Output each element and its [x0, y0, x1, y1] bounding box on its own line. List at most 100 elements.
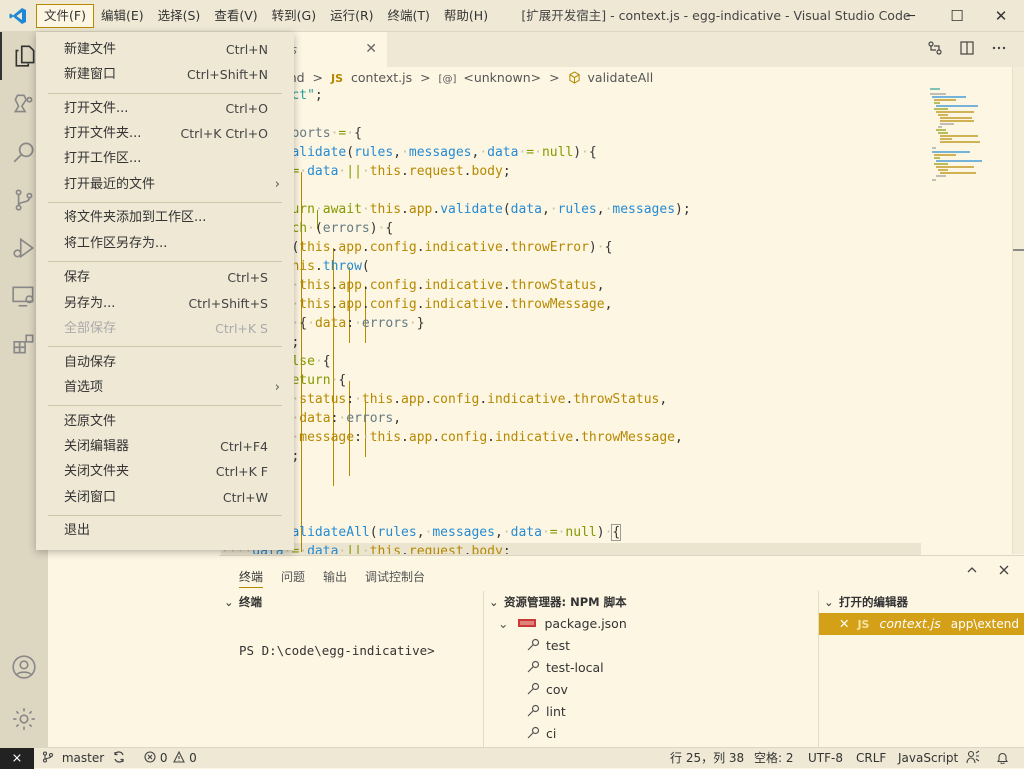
menu-item-open-file[interactable]: 打开文件... Ctrl+O: [36, 97, 294, 121]
panel-tabs: 终端 问题 输出 调试控制台: [239, 566, 425, 588]
tab-context-js[interactable]: is ✕: [281, 32, 387, 67]
menu-item-save-as[interactable]: 另存为... Ctrl+Shift+S: [36, 292, 294, 316]
minimize-icon: ─: [907, 8, 915, 24]
menu-item-revert-file[interactable]: 还原文件: [36, 410, 294, 434]
breadcrumb-file[interactable]: context.js: [351, 70, 412, 85]
file-menu-dropdown: 新建文件 Ctrl+N 新建窗口 Ctrl+Shift+N 打开文件... Ctrl+…: [36, 32, 294, 550]
menu-item-save-workspace-as[interactable]: 将工作区另存为...: [36, 232, 294, 256]
terminal-pane-header[interactable]: ⌄ 终端: [219, 591, 483, 613]
menu-edit[interactable]: 编辑(E): [94, 4, 151, 28]
test-flask-icon: [13, 94, 33, 113]
menu-item-new-file[interactable]: 新建文件 Ctrl+N: [36, 38, 294, 62]
breadcrumb-separator-icon: >: [312, 70, 324, 85]
compare-changes-icon: [928, 41, 942, 55]
minimap[interactable]: [926, 86, 1012, 186]
account-icon: [12, 655, 36, 679]
npm-script-lint[interactable]: lint: [526, 701, 566, 723]
breadcrumb-method[interactable]: validateAll: [588, 70, 654, 85]
maximize-button[interactable]: ☐: [934, 0, 980, 32]
open-editor-context-js[interactable]: ✕ JS context.js app\extend: [819, 613, 1024, 635]
accounts-button[interactable]: [0, 643, 48, 691]
minimize-button[interactable]: ─: [888, 0, 934, 32]
tab-problems[interactable]: 问题: [281, 566, 305, 588]
npm-script-cov[interactable]: cov: [526, 679, 568, 701]
menu-item-open-recent[interactable]: 打开最近的文件 ›: [36, 173, 294, 197]
more-actions-button[interactable]: [990, 39, 1008, 57]
maximize-panel-button[interactable]: [966, 564, 978, 580]
manage-button[interactable]: [0, 695, 48, 743]
breadcrumb-separator-icon: >: [420, 70, 431, 85]
split-editor-button[interactable]: [958, 39, 976, 57]
source-control-icon: [15, 189, 33, 211]
close-icon[interactable]: ✕: [839, 616, 849, 631]
sync-icon: [114, 751, 124, 763]
language-mode[interactable]: JavaScript: [898, 748, 958, 769]
menu-item-close-editor[interactable]: 关闭编辑器 Ctrl+F4: [36, 435, 294, 459]
remote-indicator[interactable]: ⨯: [0, 748, 34, 769]
npm-script-test-local[interactable]: test-local: [526, 657, 604, 679]
menu-item-close-folder[interactable]: 关闭文件夹 Ctrl+K F: [36, 460, 294, 484]
menu-separator: [48, 93, 282, 94]
variable-icon: [@]: [438, 74, 457, 85]
tab-close-icon[interactable]: ✕: [365, 41, 377, 57]
open-editors-header[interactable]: ⌄ 打开的编辑器: [819, 591, 1024, 613]
tab-output[interactable]: 输出: [323, 566, 347, 588]
menu-item-open-workspace[interactable]: 打开工作区...: [36, 147, 294, 171]
code-editor[interactable]: "use strict"; module.exports·=·{ ··async…: [221, 86, 921, 554]
menu-go[interactable]: 转到(G): [265, 4, 323, 28]
breadcrumb-separator-icon: >: [549, 70, 560, 85]
notifications-button[interactable]: [996, 748, 1009, 769]
menu-selection[interactable]: 选择(S): [151, 4, 208, 28]
menu-view[interactable]: 查看(V): [207, 4, 264, 28]
menu-item-auto-save[interactable]: 自动保存: [36, 351, 294, 375]
menu-item-open-folder[interactable]: 打开文件夹... Ctrl+K Ctrl+O: [36, 122, 294, 146]
close-icon: ✕: [994, 7, 1008, 25]
tree-item-package-json[interactable]: ⌄ package.json: [498, 613, 627, 635]
close-window-button[interactable]: ✕: [978, 0, 1024, 32]
chevron-up-icon: [967, 567, 977, 573]
open-editors-pane: ⌄ 打开的编辑器 ✕ JS context.js app\extend: [819, 591, 1024, 748]
feedback-button[interactable]: [966, 748, 980, 769]
error-icon: [144, 751, 156, 763]
tab-terminal[interactable]: 终端: [239, 566, 264, 588]
bottom-panel: 终端 问题 输出 调试控制台 ⌄ 终端 PS D:\code\egg-indic…: [219, 555, 1024, 748]
close-panel-button[interactable]: [998, 564, 1010, 580]
tab-debug-console[interactable]: 调试控制台: [365, 566, 425, 588]
npm-scripts-header[interactable]: ⌄ 资源管理器: NPM 脚本: [484, 591, 818, 613]
menu-item-new-window[interactable]: 新建窗口 Ctrl+Shift+N: [36, 63, 294, 87]
menu-item-close-window[interactable]: 关闭窗口 Ctrl+W: [36, 486, 294, 510]
chevron-right-icon: ›: [274, 177, 280, 192]
terminal-prompt: PS D:\code\egg-indicative>: [239, 643, 435, 658]
search-icon: [13, 142, 34, 163]
js-file-icon: JS: [857, 618, 870, 631]
npm-script-test[interactable]: test: [526, 635, 570, 657]
terminal-pane[interactable]: ⌄ 终端 PS D:\code\egg-indicative>: [219, 591, 483, 748]
close-icon: [999, 565, 1009, 575]
menu-file[interactable]: 文件(F): [36, 4, 94, 28]
git-branch[interactable]: master: [42, 748, 104, 769]
window-title: [扩展开发宿主] - context.js - egg-indicative -…: [521, 8, 911, 23]
menu-run[interactable]: 运行(R): [323, 4, 380, 28]
menu-help[interactable]: 帮助(H): [437, 4, 495, 28]
menu-separator: [48, 202, 282, 203]
menu-terminal[interactable]: 终端(T): [381, 4, 437, 28]
menu-item-add-folder-to-workspace[interactable]: 将文件夹添加到工作区...: [36, 206, 294, 230]
overview-ruler[interactable]: [1012, 67, 1024, 554]
problems-indicator[interactable]: 0 0: [144, 748, 197, 769]
menu-separator: [48, 261, 282, 262]
menu-item-save[interactable]: 保存 Ctrl+S: [36, 266, 294, 290]
indentation[interactable]: 空格: 2: [754, 748, 794, 769]
open-changes-button[interactable]: [926, 39, 944, 57]
npm-script-ci[interactable]: ci: [526, 723, 556, 745]
title-bar: 文件(F) 编辑(E) 选择(S) 查看(V) 转到(G) 运行(R) 终端(T…: [0, 0, 1024, 32]
sync-button[interactable]: [112, 748, 126, 769]
menu-item-exit[interactable]: 退出: [36, 519, 294, 543]
wrench-icon: [527, 660, 540, 673]
end-of-line[interactable]: CRLF: [856, 748, 886, 769]
cursor-position[interactable]: 行 25，列 38: [670, 748, 744, 769]
menu-separator: [48, 515, 282, 516]
breadcrumb-symbol-unknown[interactable]: <unknown>: [463, 70, 541, 85]
chevron-down-icon: ⌄: [498, 616, 509, 631]
menu-item-preferences[interactable]: 首选项 ›: [36, 376, 294, 400]
encoding[interactable]: UTF-8: [808, 748, 843, 769]
